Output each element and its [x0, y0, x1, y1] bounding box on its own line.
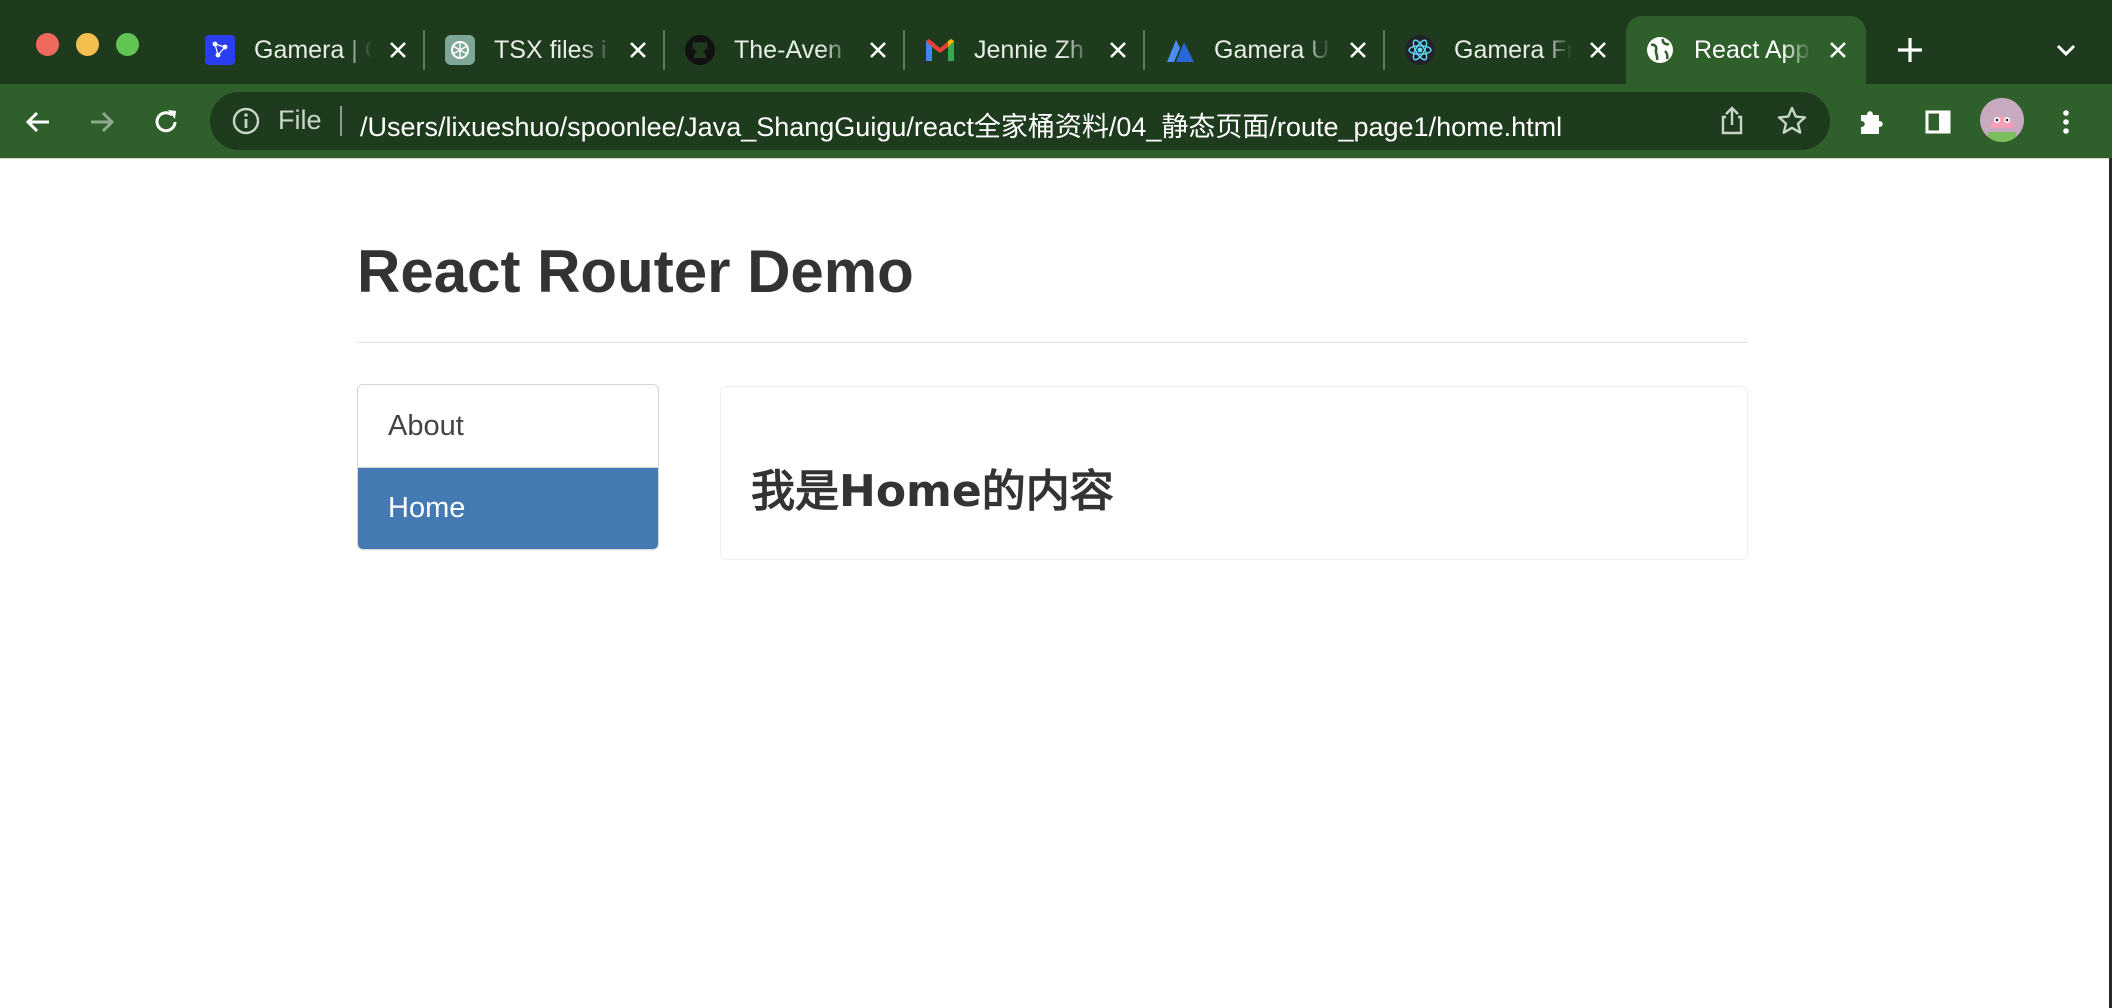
tab-separator	[423, 30, 425, 70]
close-window-button[interactable]	[36, 33, 59, 56]
tab-separator	[1143, 30, 1145, 70]
close-icon[interactable]	[1582, 34, 1614, 66]
forward-button[interactable]	[82, 102, 122, 142]
globe-icon	[1644, 34, 1676, 66]
close-icon[interactable]	[382, 34, 414, 66]
omnibox-divider	[340, 106, 342, 136]
browser-menu-button[interactable]	[2046, 102, 2086, 142]
close-icon[interactable]	[1342, 34, 1374, 66]
content-heading: 我是Home的内容	[751, 466, 1114, 517]
tab-search-button[interactable]	[2050, 34, 2082, 66]
gmail-icon	[924, 34, 956, 66]
browser-toolbar: File /Users/lixueshuo/spoonlee/Java_Shan…	[0, 84, 2112, 158]
browser-tab[interactable]: Gamera U	[1146, 16, 1386, 84]
plus-icon	[1898, 38, 1922, 62]
nav-list: About Home	[357, 384, 659, 550]
page-title: React Router Demo	[357, 238, 914, 305]
back-button[interactable]	[18, 102, 58, 142]
browser-tab[interactable]: Gamera | C	[186, 16, 426, 84]
bookmark-star-icon[interactable]	[1775, 104, 1809, 138]
profile-avatar[interactable]	[1980, 98, 2024, 142]
reload-icon	[155, 110, 177, 133]
chevron-down-icon	[2056, 44, 2076, 57]
arrow-left-icon	[25, 111, 49, 133]
content-panel: 我是Home的内容	[720, 386, 1748, 560]
tab-separator	[903, 30, 905, 70]
github-icon	[684, 34, 716, 66]
browser-tab[interactable]: TSX files i	[426, 16, 666, 84]
browser-tab-active[interactable]: React App	[1626, 16, 1866, 84]
url-text[interactable]: /Users/lixueshuo/spoonlee/Java_ShangGuig…	[360, 105, 1562, 144]
arrow-right-icon	[91, 111, 115, 133]
nav-link-about[interactable]: About	[358, 385, 658, 467]
tab-strip: Gamera | C TSX files i The-Aven Jennie Z…	[0, 0, 2112, 84]
scheme-label: File	[278, 105, 322, 135]
tab-title: The-Aven	[734, 36, 842, 64]
tab-title: Gamera U	[1214, 36, 1330, 64]
openai-icon	[444, 34, 476, 66]
more-vertical-icon	[2063, 110, 2069, 134]
tab-title: Jennie Zh	[974, 36, 1084, 64]
extensions-button[interactable]	[1852, 102, 1892, 142]
tab-title: React App	[1694, 36, 1810, 64]
maximize-window-button[interactable]	[116, 33, 139, 56]
puzzle-icon	[1861, 111, 1883, 134]
close-icon[interactable]	[622, 34, 654, 66]
tab-separator	[1383, 30, 1385, 70]
browser-tab[interactable]: Jennie Zh	[906, 16, 1146, 84]
side-panel-button[interactable]	[1918, 102, 1958, 142]
address-bar[interactable]: File /Users/lixueshuo/spoonlee/Java_Shan…	[210, 92, 1830, 150]
browser-tab[interactable]: The-Aven	[666, 16, 906, 84]
tab-separator	[663, 30, 665, 70]
tab-title: Gamera | C	[254, 36, 372, 64]
side-panel-icon	[1925, 110, 1951, 134]
react-icon	[1404, 34, 1436, 66]
gamera-network-icon	[204, 34, 236, 66]
new-tab-button[interactable]	[1892, 32, 1928, 68]
browser-tab[interactable]: Gamera Fr	[1386, 16, 1626, 84]
minimize-window-button[interactable]	[76, 33, 99, 56]
header-divider	[357, 342, 1748, 343]
tab-title: Gamera Fr	[1454, 36, 1572, 64]
info-icon[interactable]	[230, 105, 262, 137]
close-icon[interactable]	[862, 34, 894, 66]
close-icon[interactable]	[1102, 34, 1134, 66]
tab-title: TSX files i	[494, 36, 607, 64]
nav-link-home[interactable]: Home	[358, 467, 658, 549]
share-icon[interactable]	[1715, 104, 1749, 138]
chrome-divider	[0, 158, 2112, 159]
atlassian-icon	[1164, 34, 1196, 66]
reload-button[interactable]	[146, 102, 186, 142]
close-icon[interactable]	[1822, 34, 1854, 66]
